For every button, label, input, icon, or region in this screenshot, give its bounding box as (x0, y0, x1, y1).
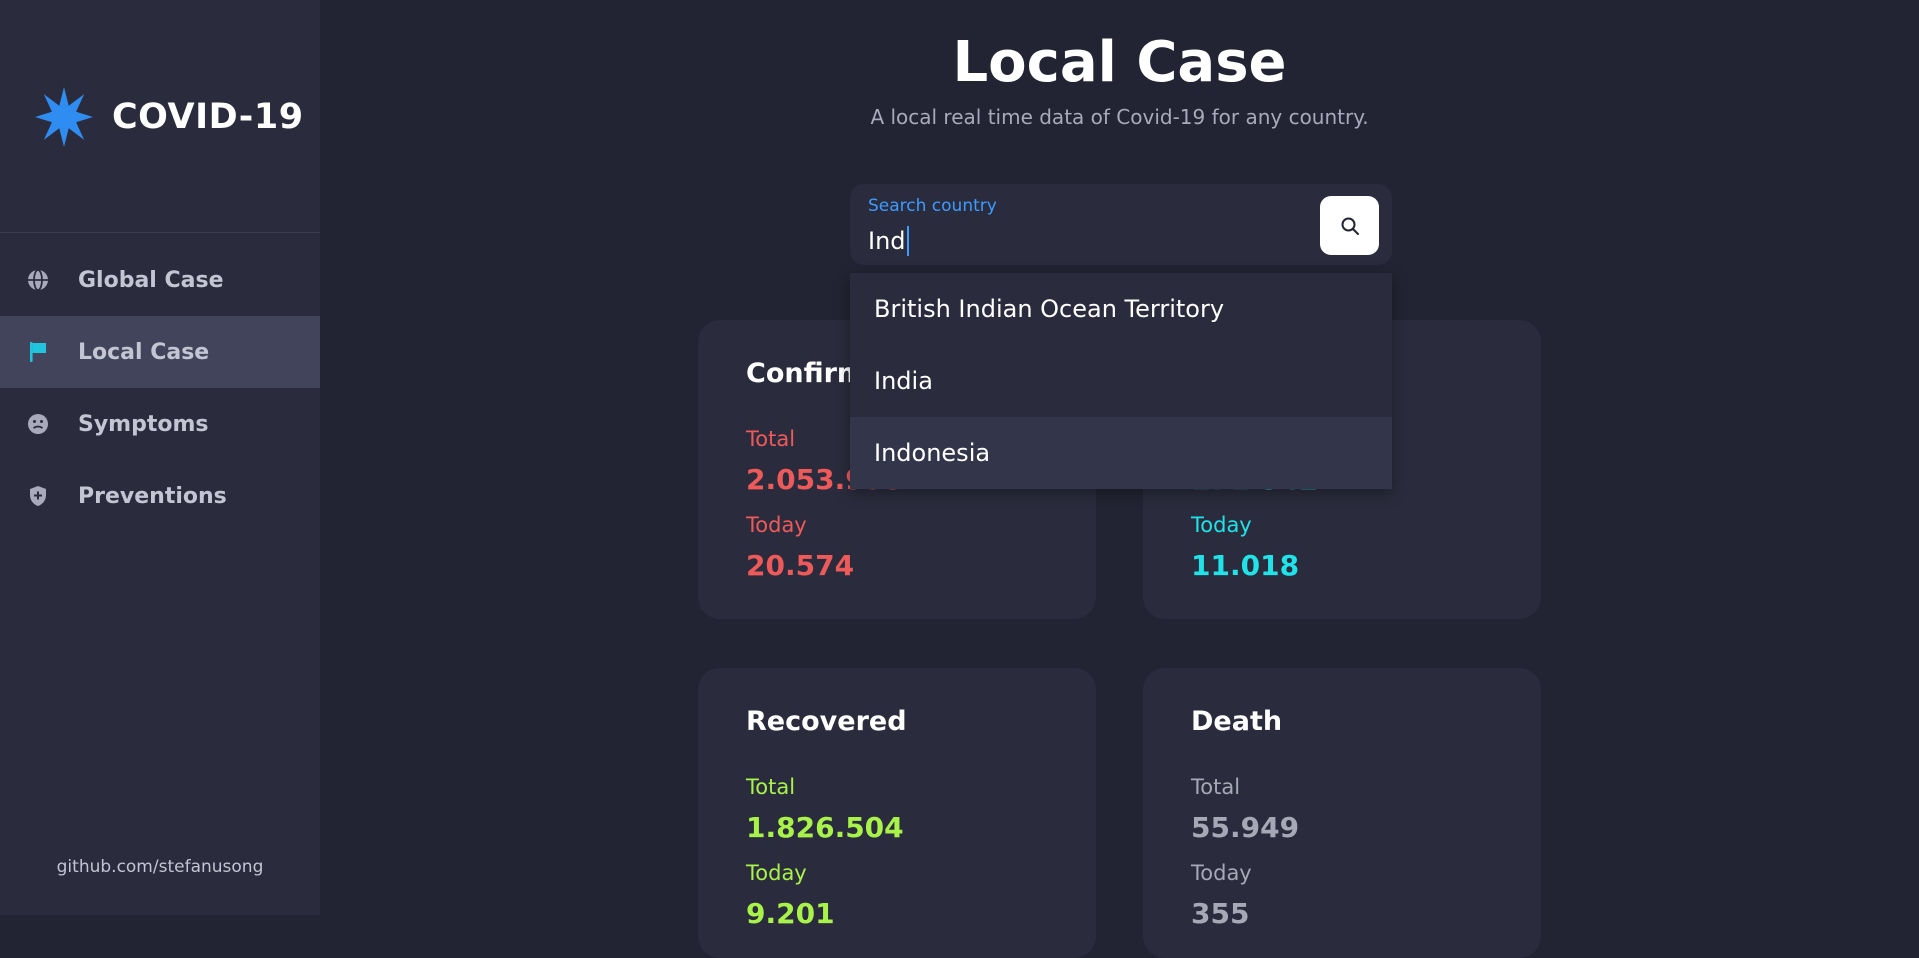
today-value: 20.574 (746, 549, 855, 582)
today-value: 9.201 (746, 897, 835, 930)
suggestion-option[interactable]: British Indian Ocean Territory (850, 273, 1392, 345)
sidebar-item-label: Symptoms (78, 411, 209, 437)
brand-title: COVID-19 (112, 97, 304, 137)
page-title: Local Case (952, 30, 1287, 95)
today-value: 11.018 (1191, 549, 1300, 582)
brand[interactable]: COVID-19 (34, 87, 304, 147)
search-country-field[interactable]: Search country Ind (850, 184, 1392, 265)
sidebar-item-symptoms[interactable]: Symptoms (0, 388, 320, 460)
today-label: Today (746, 513, 807, 537)
flag-icon (25, 339, 51, 365)
sidebar-nav: Global Case Local Case Symptoms Preventi… (0, 244, 320, 532)
today-label: Today (1191, 861, 1252, 885)
sidebar-item-label: Local Case (78, 339, 210, 365)
today-value: 355 (1191, 897, 1250, 930)
total-value: 55.949 (1191, 811, 1300, 844)
github-link[interactable]: github.com/stefanusong (0, 857, 320, 877)
total-label: Total (746, 775, 796, 799)
sidebar-divider (0, 232, 320, 233)
sidebar-item-preventions[interactable]: Preventions (0, 460, 320, 532)
today-label: Today (746, 861, 807, 885)
suggestion-option[interactable]: India (850, 345, 1392, 417)
sick-face-icon (25, 411, 51, 437)
search-input-value: Ind (868, 227, 906, 255)
text-caret (906, 226, 909, 256)
sidebar-item-label: Preventions (78, 483, 227, 509)
search-label: Search country (868, 196, 997, 216)
total-label: Total (1191, 775, 1241, 799)
sidebar-item-label: Global Case (78, 267, 224, 293)
sidebar-item-global-case[interactable]: Global Case (0, 244, 320, 316)
total-label: Total (746, 427, 796, 451)
search-button[interactable] (1320, 196, 1379, 255)
search-icon (1341, 217, 1359, 235)
total-value: 1.826.504 (746, 811, 904, 844)
search-input[interactable]: Ind (868, 226, 909, 256)
today-label: Today (1191, 513, 1252, 537)
globe-icon (25, 267, 51, 293)
page-subtitle: A local real time data of Covid-19 for a… (870, 105, 1369, 129)
sidebar-item-local-case[interactable]: Local Case (0, 316, 320, 388)
virus-logo-icon (35, 87, 93, 147)
suggestion-option-highlighted[interactable]: Indonesia (850, 417, 1392, 489)
card-title: Recovered (746, 706, 907, 737)
sidebar: COVID-19 Global Case Local Case Symptoms… (0, 0, 320, 915)
shield-plus-icon (25, 483, 51, 509)
country-suggestions: British Indian Ocean Territory India Ind… (850, 273, 1392, 489)
main-content: Local Case A local real time data of Cov… (320, 0, 1919, 958)
card-title: Death (1191, 706, 1283, 737)
